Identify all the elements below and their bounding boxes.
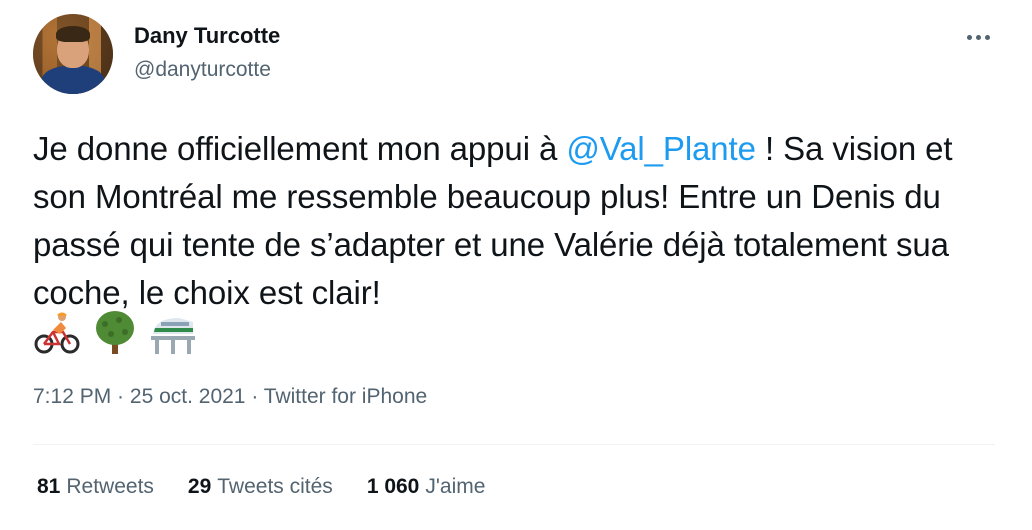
tweet-stats: 81 Retweets 29 Tweets cités 1 060 J'aime: [37, 475, 485, 499]
avatar-hair: [56, 26, 90, 42]
tweet-card: Dany Turcotte @danyturcotte Je donne off…: [0, 0, 1032, 530]
divider: [33, 444, 995, 445]
quote-tweets-count: 29: [187, 475, 212, 498]
more-options-button[interactable]: [958, 22, 998, 52]
light-rail-emoji-icon: [151, 318, 195, 354]
likes-label: J'aime: [425, 475, 486, 498]
quote-tweets-stat[interactable]: 29 Tweets cités: [188, 475, 333, 499]
avatar[interactable]: [33, 14, 113, 94]
meta-separator: ·: [245, 385, 264, 408]
author-handle[interactable]: @danyturcotte: [134, 58, 271, 82]
more-horizontal-icon: [984, 34, 990, 40]
retweets-stat[interactable]: 81 Retweets: [37, 475, 154, 499]
quote-tweets-label: Tweets cités: [217, 475, 333, 498]
emoji-row: [33, 306, 197, 358]
retweets-label: Retweets: [66, 475, 154, 498]
likes-count: 1 060: [366, 475, 420, 498]
deciduous-tree-emoji-icon: [96, 311, 134, 354]
tweet-time[interactable]: 7:12 PM: [33, 385, 111, 408]
meta-separator: ·: [111, 385, 130, 408]
tweet-meta: 7:12 PM · 25 oct. 2021 · Twitter for iPh…: [33, 385, 427, 409]
avatar-body: [41, 66, 105, 94]
more-horizontal-icon: [966, 34, 972, 40]
retweets-count: 81: [37, 475, 61, 498]
tweet-text-before: Je donne officiellement mon appui à: [33, 130, 567, 167]
author-name[interactable]: Dany Turcotte: [134, 23, 280, 49]
likes-stat[interactable]: 1 060 J'aime: [367, 475, 486, 499]
more-horizontal-icon: [975, 34, 981, 40]
tweet-source[interactable]: Twitter for iPhone: [264, 385, 427, 408]
tweet-date[interactable]: 25 oct. 2021: [130, 385, 246, 408]
cyclist-emoji-icon: [34, 312, 80, 354]
mention-link[interactable]: @Val_Plante: [566, 130, 756, 167]
tweet-text: Je donne officiellement mon appui à @Val…: [33, 125, 1008, 317]
